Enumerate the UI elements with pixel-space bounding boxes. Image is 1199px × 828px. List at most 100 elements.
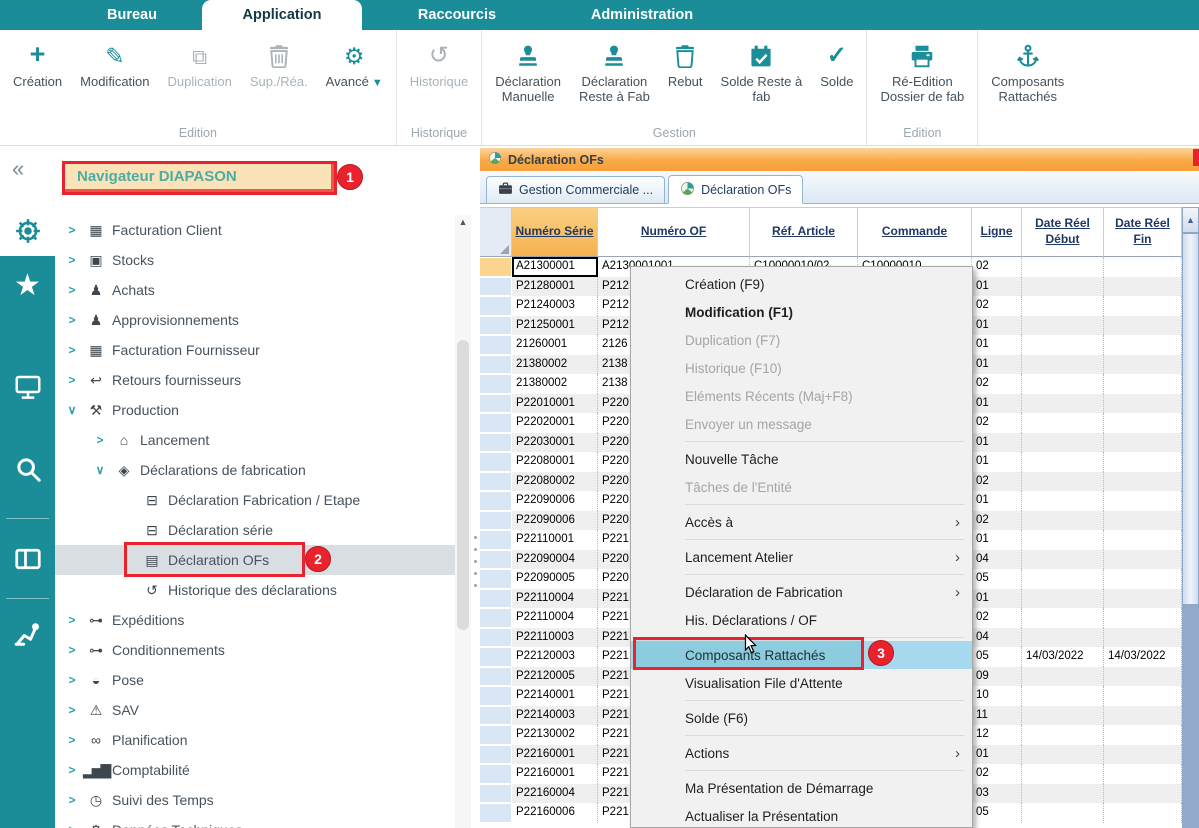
cell-date-debut[interactable] (1022, 550, 1104, 570)
cell-ligne[interactable]: 01 (972, 335, 1022, 355)
row-selector[interactable] (480, 647, 512, 667)
cell-ligne[interactable]: 01 (972, 530, 1022, 550)
tab-administration[interactable]: Administration (552, 0, 732, 30)
cell-date-debut[interactable] (1022, 394, 1104, 414)
cell-date-fin[interactable] (1104, 784, 1182, 804)
tree-item[interactable]: ↺ Historique des déclarations (55, 575, 455, 605)
row-selector[interactable] (480, 530, 512, 550)
grid-scrollbar[interactable]: ▲ (1182, 207, 1199, 828)
cell-ligne[interactable]: 05 (972, 569, 1022, 589)
context-menu-item[interactable]: His. Déclarations / OF (631, 606, 972, 634)
cell-date-fin[interactable] (1104, 725, 1182, 745)
row-selector[interactable] (480, 686, 512, 706)
context-menu-item[interactable]: Eléments Récents (Maj+F8) (631, 382, 972, 410)
cell-numero-serie[interactable]: P22110001 (512, 530, 598, 550)
cell-date-fin[interactable] (1104, 530, 1182, 550)
cell-date-fin[interactable] (1104, 706, 1182, 726)
cell-date-fin[interactable] (1104, 764, 1182, 784)
context-menu-item[interactable]: Accès à › (631, 508, 972, 536)
cell-date-fin[interactable] (1104, 394, 1182, 414)
cell-date-debut[interactable] (1022, 784, 1104, 804)
expander-chevron-icon[interactable]: > (61, 733, 83, 747)
cell-numero-serie[interactable]: P22160001 (512, 745, 598, 765)
declaration-manuelle-button[interactable]: Déclaration Manuelle (486, 38, 570, 107)
context-menu-item[interactable]: Actions › (631, 739, 972, 767)
cell-date-debut[interactable] (1022, 628, 1104, 648)
context-menu-item[interactable] (685, 504, 964, 505)
cell-ligne[interactable]: 05 (972, 647, 1022, 667)
solde-reste-a-fab-button[interactable]: Solde Reste à fab (712, 38, 812, 107)
row-selector[interactable] (480, 745, 512, 765)
tree-item[interactable]: > ◷ Suivi des Temps (55, 785, 455, 815)
row-selector[interactable] (480, 374, 512, 394)
row-selector[interactable] (480, 335, 512, 355)
cell-date-fin[interactable] (1104, 803, 1182, 823)
row-selector[interactable] (480, 394, 512, 414)
scroll-up-icon[interactable]: ▲ (455, 215, 471, 229)
context-menu-item[interactable]: Solde (F6) (631, 704, 972, 732)
grid-scrollbar-thumb[interactable] (1182, 233, 1199, 605)
context-menu-item[interactable] (685, 700, 964, 701)
cell-numero-serie[interactable]: P22120005 (512, 667, 598, 687)
cell-ligne[interactable]: 10 (972, 686, 1022, 706)
pane-splitter[interactable] (472, 536, 478, 587)
expander-chevron-icon[interactable]: > (61, 223, 83, 237)
cell-ligne[interactable]: 01 (972, 589, 1022, 609)
row-selector[interactable] (480, 316, 512, 336)
cell-date-debut[interactable] (1022, 472, 1104, 492)
cell-numero-serie[interactable]: P22090006 (512, 511, 598, 531)
cell-date-debut[interactable] (1022, 277, 1104, 297)
cell-numero-serie[interactable]: P22140003 (512, 706, 598, 726)
column-header-ligne[interactable]: Ligne (972, 208, 1022, 257)
cell-ligne[interactable]: 12 (972, 725, 1022, 745)
row-selector[interactable] (480, 608, 512, 628)
tree-item[interactable]: > ♟ Achats (55, 275, 455, 305)
cell-ligne[interactable]: 02 (972, 413, 1022, 433)
cell-numero-serie[interactable]: P22160006 (512, 803, 598, 823)
tree-item[interactable]: > ▣ Stocks (55, 245, 455, 275)
re-edition-dossier-button[interactable]: Ré-Edition Dossier de fab (871, 38, 973, 107)
tree-item[interactable]: > ↩ Retours fournisseurs (55, 365, 455, 395)
cell-numero-serie[interactable]: 21380002 (512, 355, 598, 375)
cell-date-debut[interactable] (1022, 511, 1104, 531)
cell-ligne[interactable]: 02 (972, 608, 1022, 628)
context-menu-item[interactable] (685, 574, 964, 575)
cell-numero-serie[interactable]: P22010001 (512, 394, 598, 414)
column-header-date-reel-fin[interactable]: Date Réel Fin (1104, 208, 1182, 257)
cell-date-fin[interactable] (1104, 569, 1182, 589)
cell-numero-serie[interactable]: P22140001 (512, 686, 598, 706)
expander-chevron-icon[interactable]: ∨ (61, 403, 83, 417)
column-header-date-reel-debut[interactable]: Date Réel Début (1022, 208, 1104, 257)
expander-chevron-icon[interactable]: > (61, 793, 83, 807)
tree-item[interactable]: > ⊶ Expéditions (55, 605, 455, 635)
cell-date-debut[interactable] (1022, 257, 1104, 277)
context-menu-item[interactable]: Déclaration de Fabrication › (631, 578, 972, 606)
row-selector[interactable] (480, 355, 512, 375)
cell-date-debut[interactable] (1022, 335, 1104, 355)
cell-ligne[interactable]: 02 (972, 296, 1022, 316)
modification-button[interactable]: ✎ Modification (71, 38, 158, 92)
cell-date-debut[interactable] (1022, 706, 1104, 726)
row-selector[interactable] (480, 784, 512, 804)
composants-rattaches-button[interactable]: Composants Rattachés (982, 38, 1073, 107)
column-header-numero-serie[interactable]: Numéro Série (512, 208, 598, 257)
cell-numero-serie[interactable]: P22160004 (512, 784, 598, 804)
cell-numero-serie[interactable]: P22130002 (512, 725, 598, 745)
tree-item[interactable]: > ▦ Facturation Fournisseur (55, 335, 455, 365)
declaration-reste-a-fab-button[interactable]: Déclaration Reste à Fab (570, 38, 659, 107)
row-selector[interactable] (480, 413, 512, 433)
context-menu-item[interactable] (685, 441, 964, 442)
cell-date-debut[interactable] (1022, 413, 1104, 433)
cell-numero-serie[interactable]: P21240003 (512, 296, 598, 316)
row-selector[interactable] (480, 452, 512, 472)
cell-date-fin[interactable] (1104, 452, 1182, 472)
cell-ligne[interactable]: 01 (972, 355, 1022, 375)
cell-date-fin[interactable] (1104, 745, 1182, 765)
row-selector[interactable] (480, 667, 512, 687)
row-selector[interactable] (480, 550, 512, 570)
cell-numero-serie[interactable]: 21380002 (512, 374, 598, 394)
cell-numero-serie[interactable]: P22090005 (512, 569, 598, 589)
helm-icon[interactable] (0, 216, 55, 246)
row-selector[interactable] (480, 433, 512, 453)
cell-date-fin[interactable] (1104, 374, 1182, 394)
